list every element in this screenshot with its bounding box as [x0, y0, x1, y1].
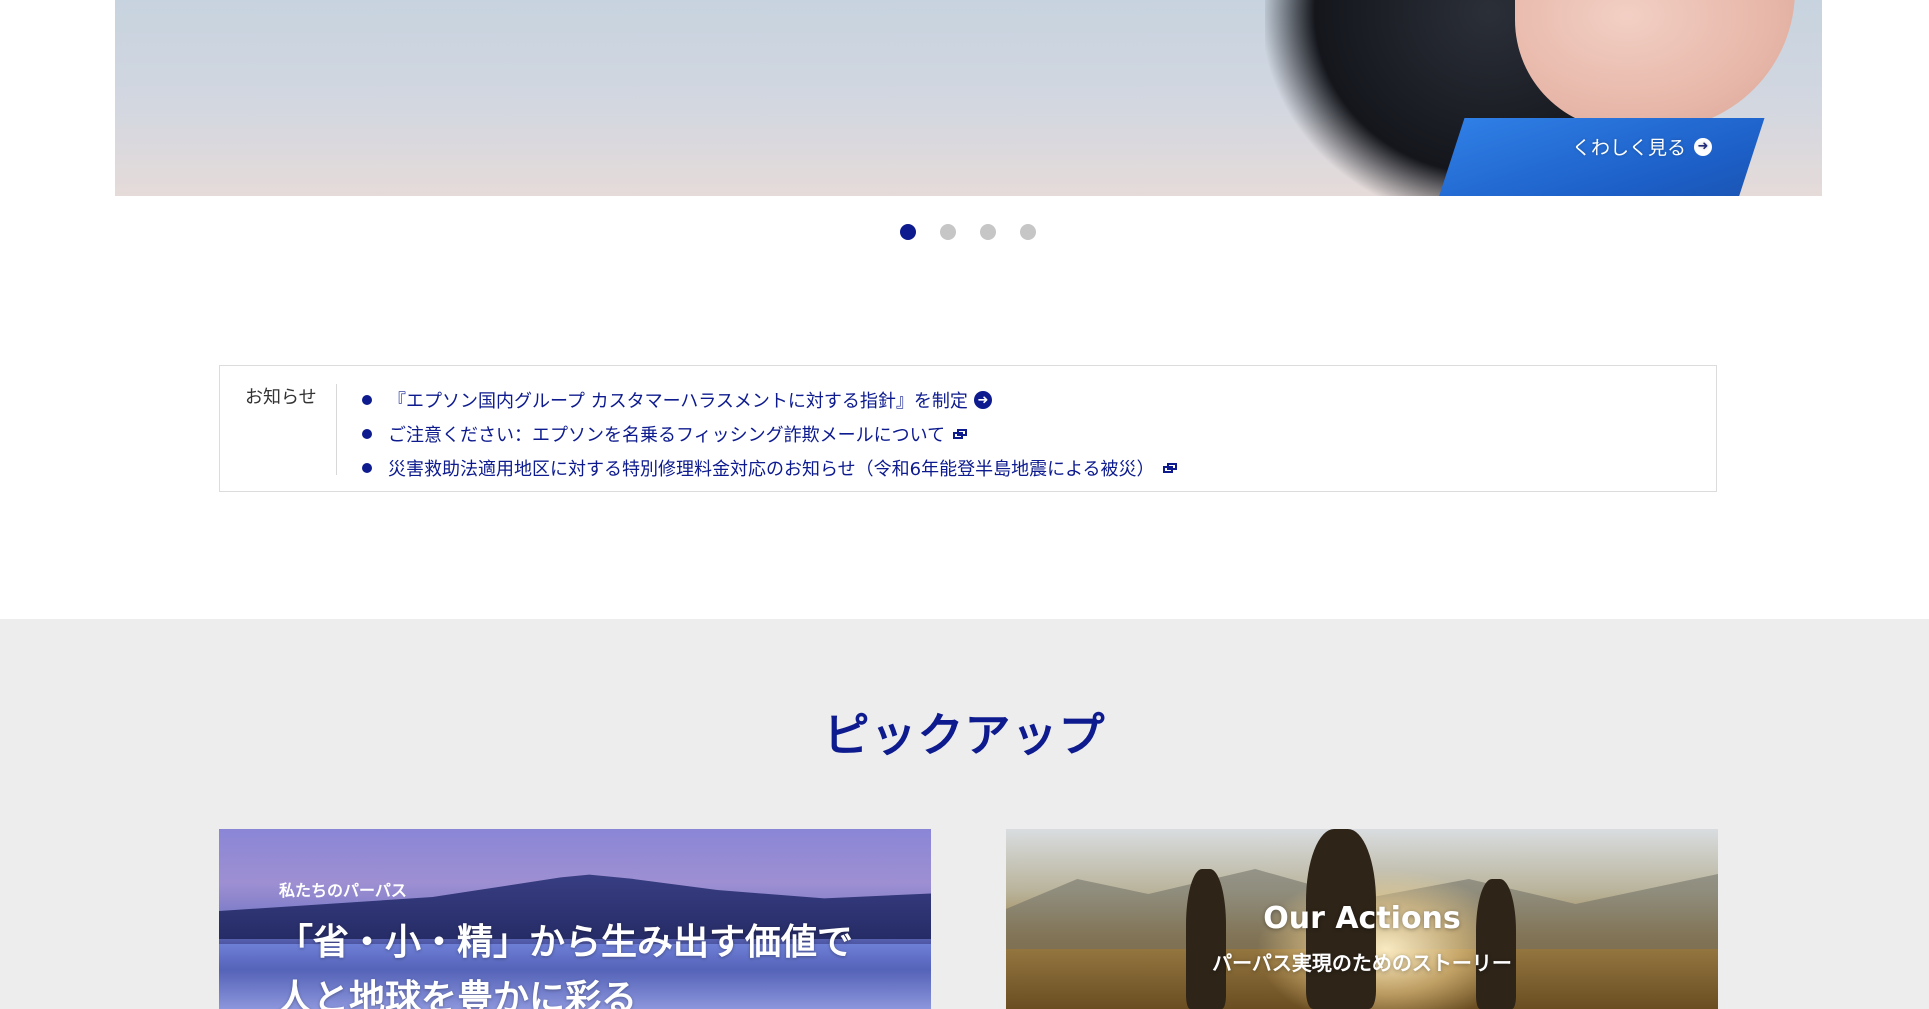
news-item[interactable]: ご注意ください：エプソンを名乗るフィッシング詐欺メールについて: [362, 417, 1177, 451]
bullet-icon: [362, 463, 372, 473]
hero-banner[interactable]: くわしく見る ➜: [115, 0, 1822, 196]
news-list: 『エプソン国内グループ カスタマーハラスメントに対する指針』を制定 ➜ ご注意く…: [362, 383, 1177, 485]
pickup-section: ピックアップ 私たちのパーパス 「省・小・精」から生み出す価値で 人と地球を豊か…: [0, 619, 1929, 1009]
carousel-dot-2[interactable]: [940, 224, 956, 240]
card-subtitle: パーパス実現のためのストーリー: [1212, 951, 1512, 975]
news-label: お知らせ: [245, 387, 317, 408]
card-title-line2: 人と地球を豊かに彩る: [277, 978, 638, 1009]
our-actions-card[interactable]: Our Actions パーパス実現のためのストーリー: [1006, 829, 1718, 1009]
news-item-text: 災害救助法適用地区に対する特別修理料金対応のお知らせ（令和6年能登半島地震による…: [388, 459, 1155, 480]
news-item-text: ご注意ください：エプソンを名乗るフィッシング詐欺メールについて: [388, 425, 946, 446]
carousel-pagination: [900, 224, 1036, 240]
card-image-hiker: [1186, 869, 1226, 1009]
arrow-circle-icon: ➜: [973, 391, 992, 409]
card-title: Our Actions: [1263, 901, 1461, 936]
news-divider: [336, 384, 337, 475]
purpose-card[interactable]: 私たちのパーパス 「省・小・精」から生み出す価値で 人と地球を豊かに彩る: [219, 829, 931, 1009]
news-box: お知らせ 『エプソン国内グループ カスタマーハラスメントに対する指針』を制定 ➜…: [219, 365, 1717, 492]
news-item[interactable]: 災害救助法適用地区に対する特別修理料金対応のお知らせ（令和6年能登半島地震による…: [362, 451, 1177, 485]
arrow-circle-icon: ➜: [1694, 137, 1712, 156]
section-title: ピックアップ: [823, 708, 1106, 762]
carousel-dot-1[interactable]: [900, 224, 916, 240]
carousel-dot-4[interactable]: [1020, 224, 1036, 240]
news-item-text: 『エプソン国内グループ カスタマーハラスメントに対する指針』を制定: [388, 391, 968, 412]
hero-more-link[interactable]: くわしく見る ➜: [1572, 133, 1712, 160]
card-subtitle: 私たちのパーパス: [279, 881, 407, 900]
bullet-icon: [362, 395, 372, 405]
news-item[interactable]: 『エプソン国内グループ カスタマーハラスメントに対する指針』を制定 ➜: [362, 383, 1177, 417]
hero-more-label: くわしく見る: [1571, 137, 1686, 159]
card-title-line1: 「省・小・精」から生み出す価値で: [277, 922, 854, 963]
carousel-dot-3[interactable]: [980, 224, 996, 240]
card-image-hiker: [1476, 879, 1516, 1009]
external-link-icon: [1162, 462, 1177, 474]
bullet-icon: [362, 429, 372, 439]
external-link-icon: [953, 428, 968, 440]
card-title: 「省・小・精」から生み出す価値で 人と地球を豊かに彩る: [277, 915, 853, 1009]
